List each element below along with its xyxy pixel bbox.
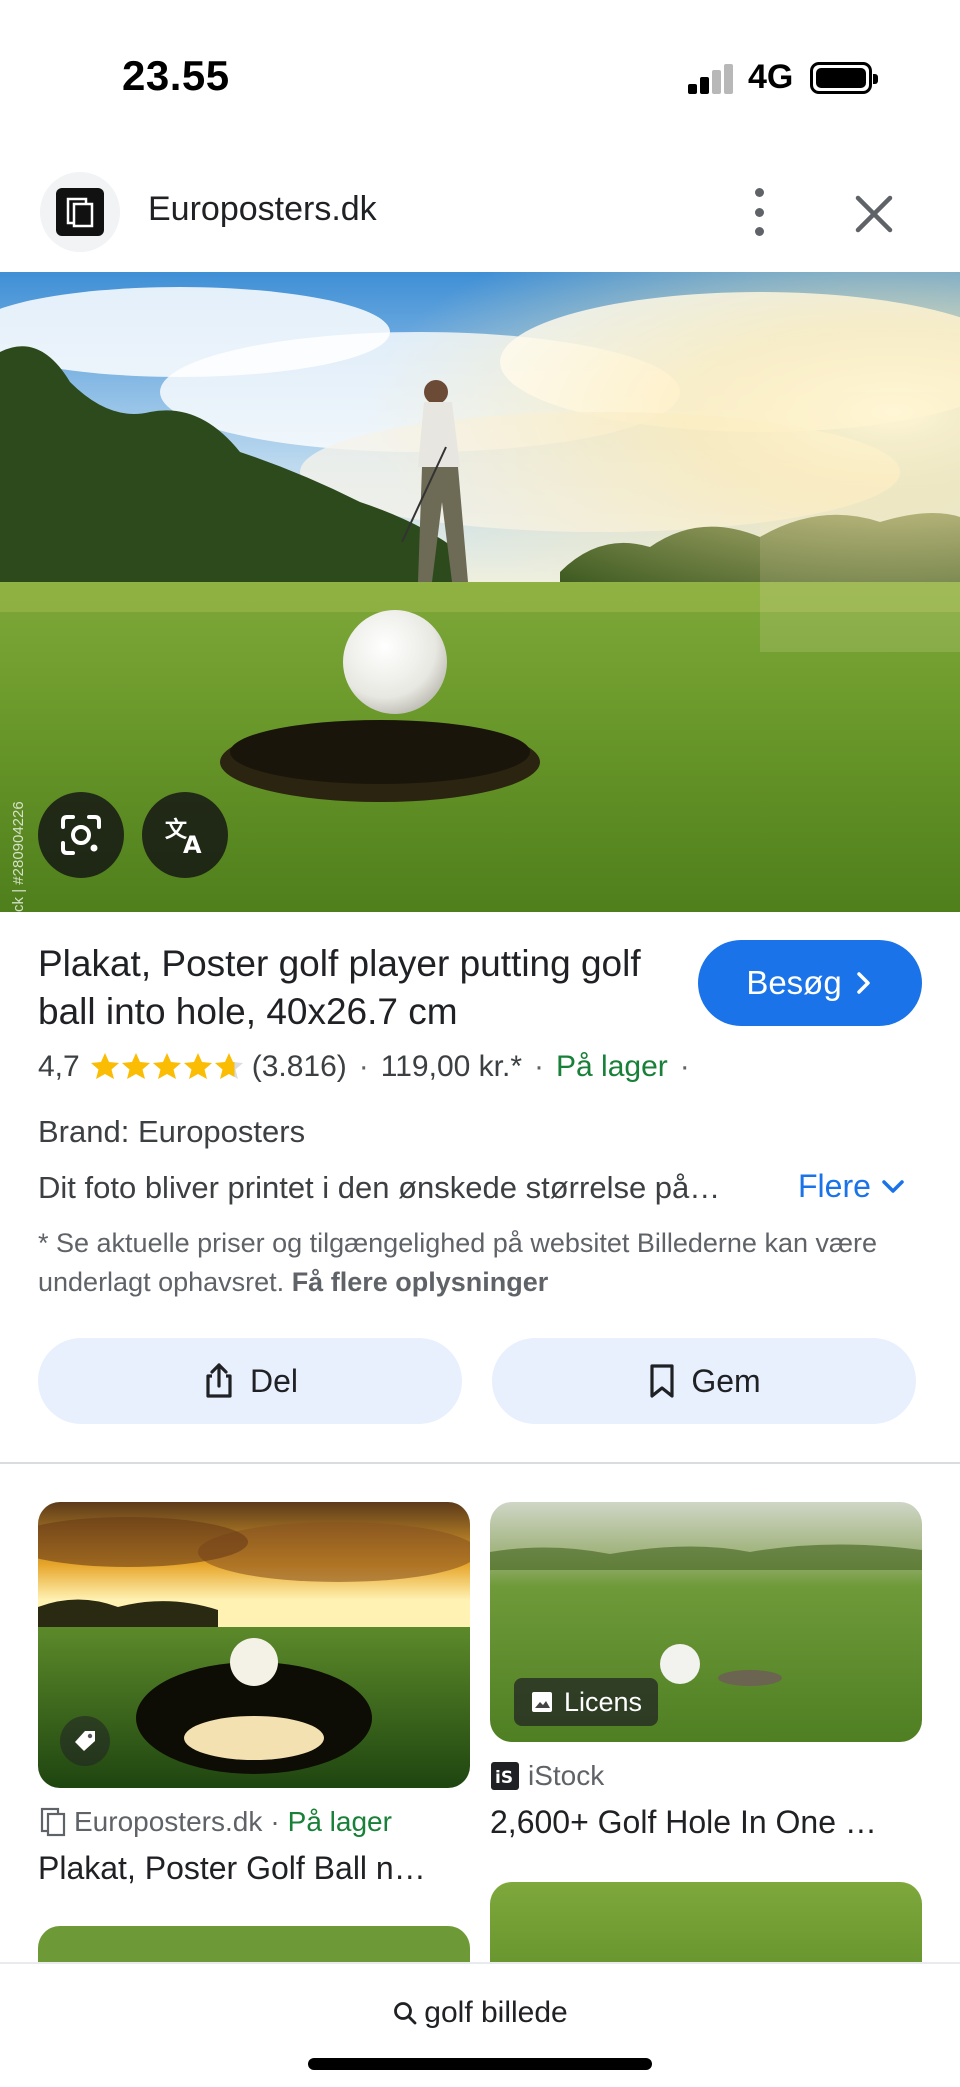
save-button-label: Gem <box>691 1362 761 1399</box>
product-price: 119,00 kr.* <box>380 1050 522 1083</box>
hero-image[interactable]: Adobe Stock | #280904226 文 A <box>0 272 960 912</box>
result-image[interactable] <box>38 1502 470 1788</box>
share-button[interactable]: Del <box>38 1338 462 1424</box>
result-image[interactable]: Licens <box>490 1502 922 1742</box>
search-icon <box>394 2002 417 2025</box>
tag-icon <box>75 1731 95 1751</box>
more-button[interactable]: Flere <box>798 1168 905 1205</box>
product-title: Plakat, Poster golf player putting golf … <box>38 943 641 1032</box>
translate-button[interactable]: 文 A <box>142 792 228 878</box>
status-bar: 23.55 4G <box>0 0 960 150</box>
result-title[interactable]: 2,600+ Golf Hole In One … <box>490 1804 922 1841</box>
home-indicator[interactable] <box>308 2058 652 2070</box>
result-availability: På lager <box>287 1806 392 1837</box>
network-label: 4G <box>748 58 794 96</box>
result-source: iStock <box>528 1760 605 1791</box>
image-icon <box>532 1692 552 1712</box>
rating-value: 4,7 <box>38 1050 80 1083</box>
license-label: Licens <box>564 1686 643 1717</box>
source-header: Europosters.dk <box>0 150 960 272</box>
status-time: 23.55 <box>122 52 230 99</box>
shopping-tag-badge <box>60 1716 110 1766</box>
star-rating-icon <box>90 1051 246 1083</box>
site-logo[interactable] <box>40 172 120 252</box>
istock-logo-icon: iS <box>491 1762 519 1790</box>
signal-icon <box>688 64 734 94</box>
save-button[interactable]: Gem <box>492 1338 916 1424</box>
golf-putting-photo <box>0 272 960 912</box>
license-badge[interactable]: Licens <box>514 1678 659 1726</box>
section-divider <box>0 1462 960 1464</box>
svg-text:iS: iS <box>495 1768 513 1788</box>
google-lens-icon <box>61 815 101 855</box>
search-query-row[interactable]: golf billede <box>0 1996 960 2030</box>
result-source-row: Europosters.dk · På lager <box>40 1806 392 1838</box>
site-favicon-icon <box>66 197 94 228</box>
bookmark-icon <box>650 1364 674 1398</box>
visit-button[interactable]: Besøg <box>698 940 922 1026</box>
share-icon <box>206 1363 232 1398</box>
result-title[interactable]: Plakat, Poster Golf Ball n… <box>38 1850 470 1887</box>
lens-search-button[interactable] <box>38 792 124 878</box>
svg-text:A: A <box>183 831 202 859</box>
search-query: golf billede <box>424 1996 568 2029</box>
chevron-down-icon <box>882 1179 904 1193</box>
brand-info: Brand: Europosters <box>38 1114 306 1149</box>
review-count: (3.816) <box>251 1050 347 1083</box>
site-name[interactable]: Europosters.dk <box>148 190 377 229</box>
bottom-search-bar[interactable]: golf billede <box>0 1962 960 2087</box>
site-favicon-icon <box>40 1807 66 1837</box>
product-description: Dit foto bliver printet i den ønskede st… <box>38 1170 721 1205</box>
more-info-link[interactable]: Få flere oplysninger <box>292 1267 549 1297</box>
battery-icon <box>810 62 878 94</box>
share-button-label: Del <box>249 1362 298 1399</box>
result-source-row: iS iStock <box>490 1760 604 1792</box>
hero-watermark: Adobe Stock | #280904226 <box>10 801 27 912</box>
chevron-right-icon <box>856 972 870 994</box>
rating-row: 4,7 (3.816) · 119,00 kr.* · På lager · <box>38 1050 690 1083</box>
availability-status: På lager <box>556 1050 668 1083</box>
more-options-icon[interactable] <box>736 184 782 240</box>
visit-button-label: Besøg <box>746 964 842 1001</box>
result-source: Europosters.dk <box>74 1806 263 1837</box>
translate-icon: 文 A <box>165 817 202 859</box>
copyright-disclaimer: * Se aktuelle priser og tilgængelighed p… <box>38 1224 918 1302</box>
close-icon[interactable] <box>850 190 898 238</box>
more-button-label: Flere <box>798 1168 871 1204</box>
